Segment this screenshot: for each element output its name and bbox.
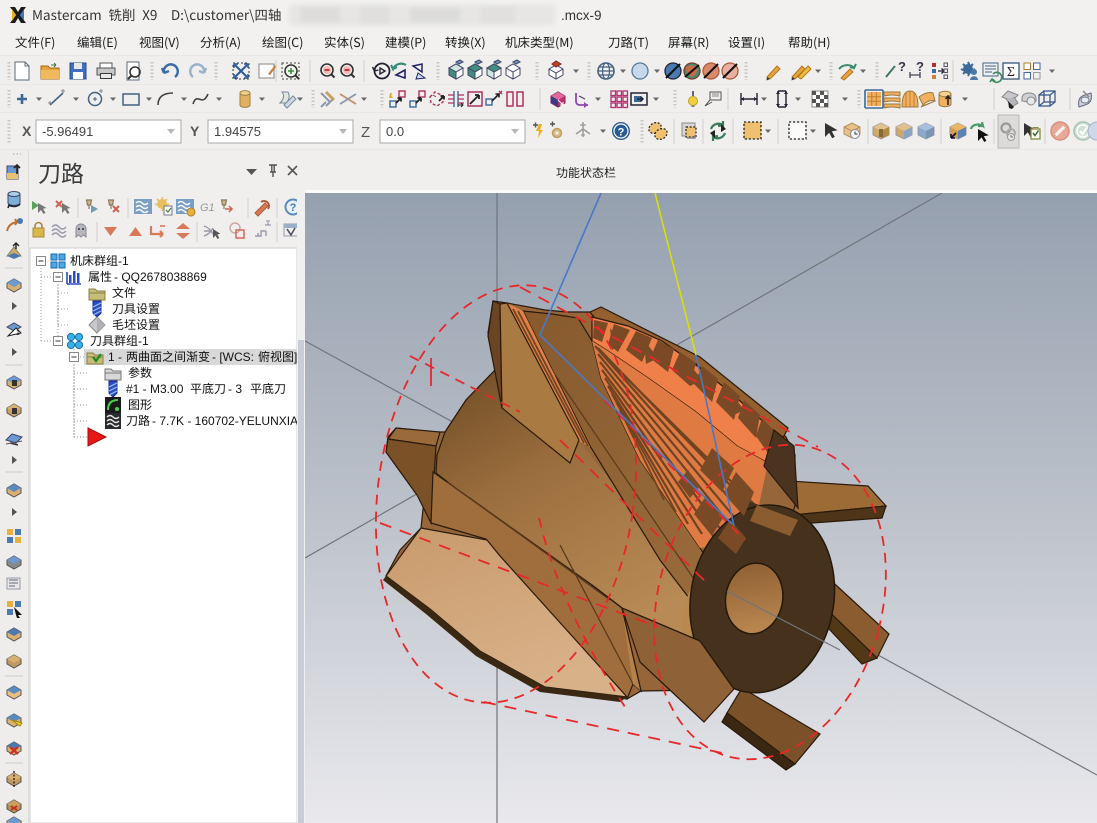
svg-text:- QQ2678038869: - QQ2678038869 xyxy=(114,270,207,284)
svg-text:G1: G1 xyxy=(200,202,215,214)
svg-text:1 -: 1 - xyxy=(108,350,122,364)
svg-text:0.0: 0.0 xyxy=(386,124,404,139)
svg-text:- 7.7K - 160702-YELUNXIAO.I: - 7.7K - 160702-YELUNXIAO.I xyxy=(152,414,314,428)
svg-text:]: ] xyxy=(294,350,297,364)
svg-text:-1: -1 xyxy=(138,334,149,348)
svg-text:-5.96491: -5.96491 xyxy=(42,124,93,139)
svg-text:#1 - M3.00: #1 - M3.00 xyxy=(126,382,184,396)
svg-text:?: ? xyxy=(916,59,924,74)
svg-text:-1: -1 xyxy=(118,254,129,268)
svg-text:?: ? xyxy=(898,59,906,74)
svg-text:?: ? xyxy=(290,202,297,214)
svg-text:?: ? xyxy=(618,127,625,139)
svg-text:- [WCS:: - [WCS: xyxy=(212,350,254,364)
svg-text:- 3: - 3 xyxy=(228,382,242,396)
svg-text:X: X xyxy=(22,123,32,139)
svg-text:Z: Z xyxy=(361,124,370,141)
svg-text:1.94575: 1.94575 xyxy=(214,124,261,139)
svg-text:Y: Y xyxy=(190,123,200,139)
svg-text:Σ: Σ xyxy=(1007,65,1015,80)
svg-text:1: 1 xyxy=(16,330,20,337)
svg-text:.mcx-9: .mcx-9 xyxy=(561,8,602,23)
